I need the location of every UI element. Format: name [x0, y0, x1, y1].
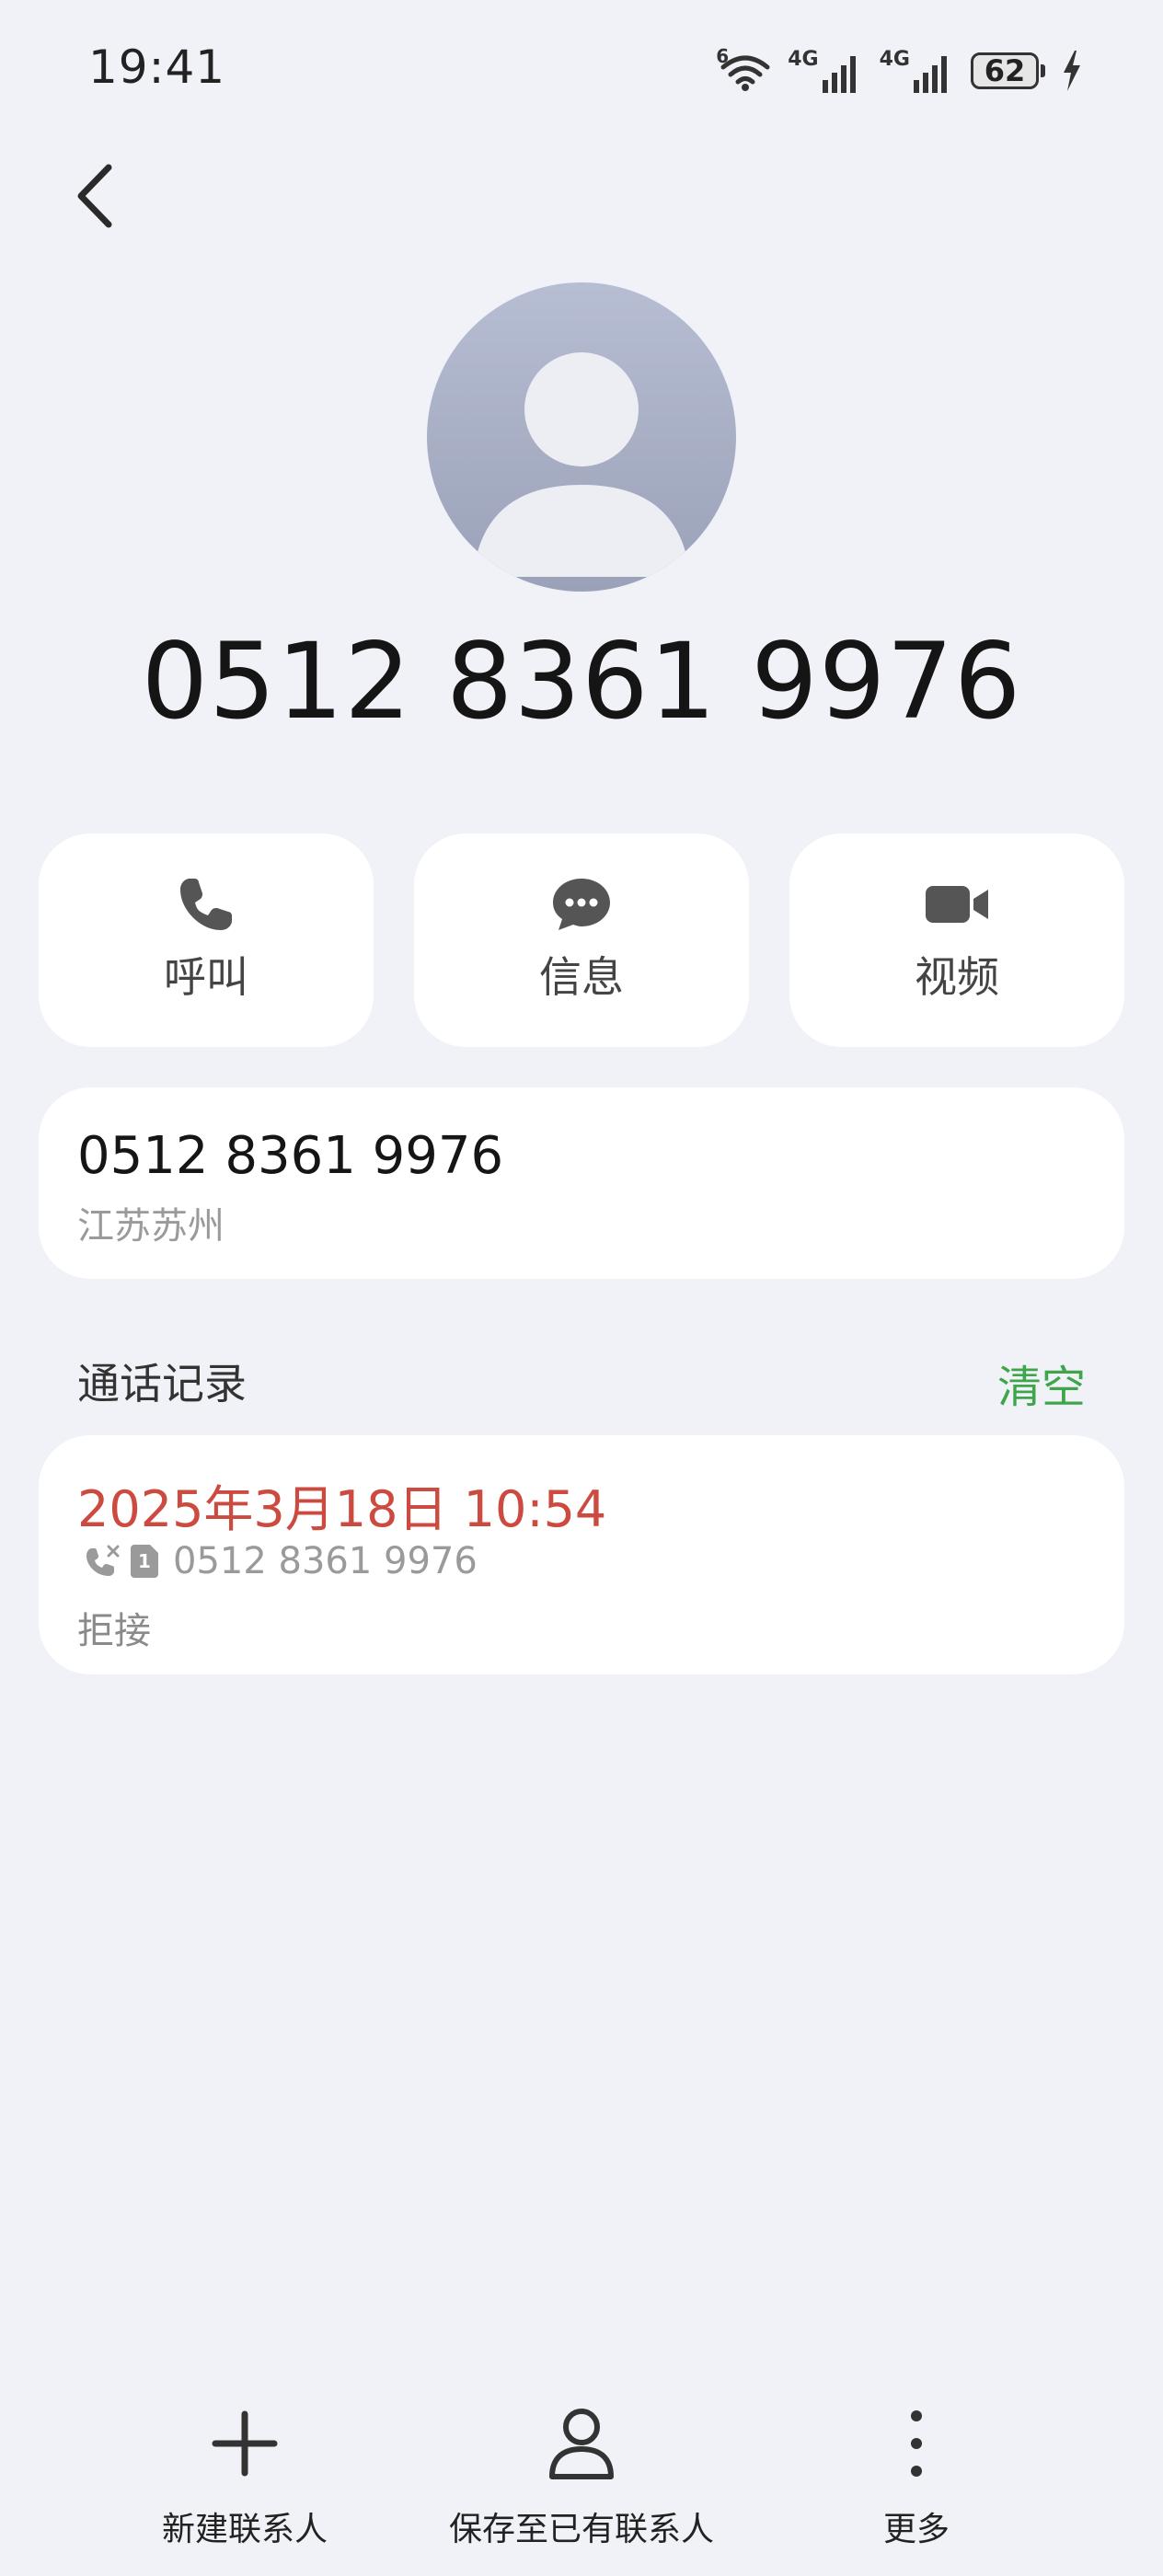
sim-slot-number: 1 — [138, 1550, 151, 1572]
sim2-network-label: 4G — [879, 48, 910, 71]
avatar — [427, 282, 736, 592]
person-icon — [547, 2399, 616, 2488]
message-label: 信息 — [539, 952, 624, 1002]
video-icon — [924, 872, 990, 937]
video-call-button[interactable]: 视频 — [789, 834, 1124, 1047]
new-contact-label: 新建联系人 — [162, 2511, 328, 2548]
info-location: 江苏苏州 — [77, 1205, 225, 1248]
call-number: 0512 8361 9976 — [173, 1540, 478, 1582]
call-status: 拒接 — [77, 1610, 151, 1652]
save-to-existing-button[interactable]: 保存至已有联系人 — [442, 2399, 721, 2550]
battery-icon: 62 — [971, 52, 1045, 89]
call-detail-row: 1 0512 8361 9976 — [85, 1540, 478, 1582]
signal-bars-icon — [914, 56, 947, 93]
more-label: 更多 — [882, 2511, 950, 2548]
message-button[interactable]: 信息 — [414, 834, 749, 1047]
info-number: 0512 8361 9976 — [77, 1126, 504, 1186]
person-placeholder-icon — [473, 352, 690, 577]
chevron-left-icon — [77, 164, 112, 228]
charging-icon — [1064, 50, 1080, 91]
sim-card-icon: 1 — [131, 1545, 158, 1578]
sim2-signal: 4G — [880, 48, 954, 93]
contact-number-title: 0512 8361 9976 — [141, 620, 1022, 742]
new-contact-button[interactable]: 新建联系人 — [162, 2399, 328, 2550]
call-button[interactable]: 呼叫 — [39, 834, 374, 1047]
battery-level: 62 — [971, 52, 1039, 89]
message-icon — [549, 872, 614, 937]
save-to-existing-label: 保存至已有联系人 — [448, 2511, 714, 2548]
clear-button[interactable]: 清空 — [997, 1351, 1086, 1415]
wifi-icon: 6 — [716, 45, 771, 91]
sim1-network-label: 4G — [788, 48, 819, 71]
signal-bars-icon — [822, 56, 856, 93]
more-vertical-icon — [907, 2399, 926, 2488]
status-icons: 6 4G 4G 62 — [716, 45, 1082, 93]
call-log-entry[interactable]: 2025年3月18日 10:54 1 0512 8361 9976 拒接 — [39, 1435, 1124, 1674]
call-datetime: 2025年3月18日 10:54 — [77, 1480, 607, 1538]
rejected-call-icon — [86, 1545, 120, 1576]
status-time: 19:41 — [88, 40, 226, 94]
sim1-signal: 4G — [788, 48, 862, 93]
wifi-badge: 6 — [716, 44, 730, 67]
number-info-card[interactable]: 0512 8361 9976 江苏苏州 — [39, 1087, 1124, 1279]
video-label: 视频 — [915, 952, 999, 1002]
plus-icon — [212, 2399, 278, 2488]
call-log-title: 通话记录 — [77, 1359, 247, 1409]
phone-icon — [177, 872, 236, 937]
call-label: 呼叫 — [164, 952, 248, 1002]
more-button[interactable]: 更多 — [856, 2399, 977, 2550]
back-button[interactable] — [72, 162, 127, 230]
